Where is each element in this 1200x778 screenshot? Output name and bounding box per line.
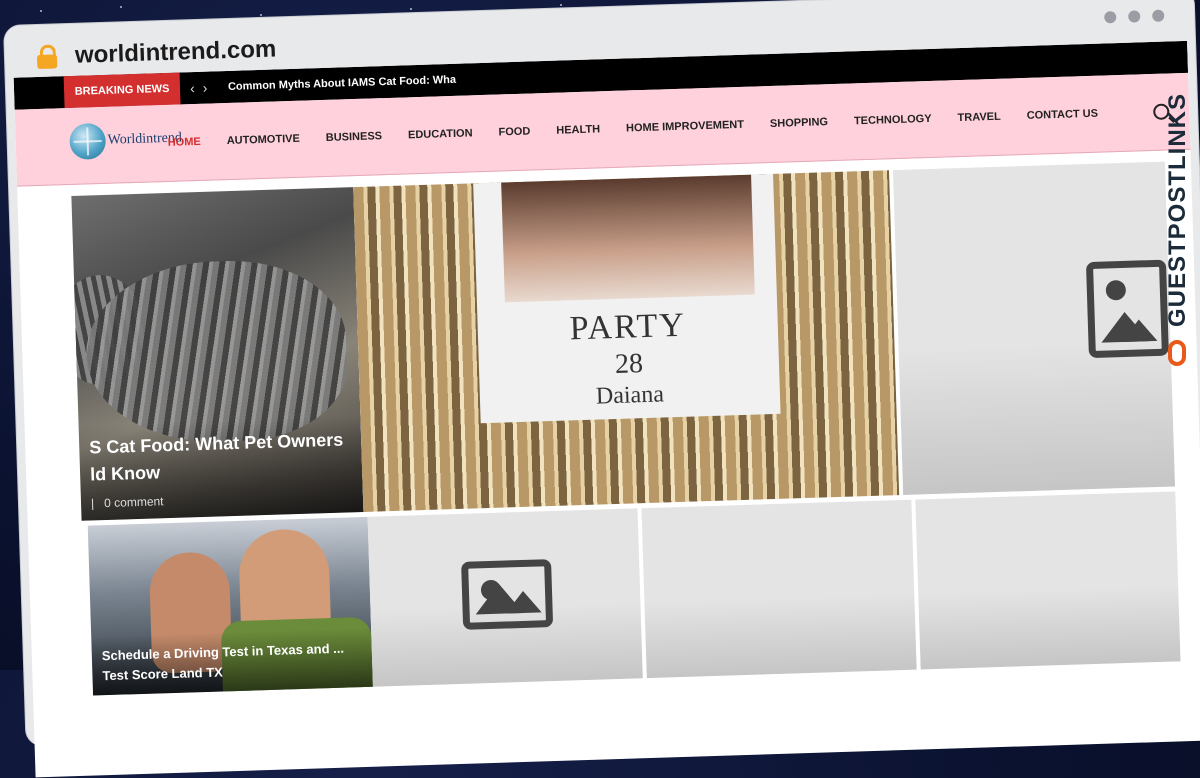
breaking-news-arrows: ‹ › xyxy=(190,72,208,105)
window-dot-icon[interactable] xyxy=(1152,9,1165,22)
guestpostlinks-watermark: GUESTPOSTLINKS xyxy=(1160,60,1196,366)
featured-card-placeholder[interactable] xyxy=(641,499,917,679)
featured-card-placeholder[interactable] xyxy=(892,161,1176,495)
party-photo-people xyxy=(501,174,755,303)
nav-item-contact-us[interactable]: CONTACT US xyxy=(1014,107,1112,122)
featured-card-placeholder[interactable] xyxy=(915,491,1181,670)
card-title[interactable]: S Cat Food: What Pet Owners ld Know xyxy=(89,426,353,488)
link-icon xyxy=(1168,340,1186,366)
image-placeholder-icon xyxy=(1085,259,1169,359)
meta-separator: | xyxy=(90,496,95,511)
url-bar[interactable]: worldintrend.com xyxy=(75,35,277,69)
card-meta: | 0 comment xyxy=(91,488,353,510)
window-dot-icon[interactable] xyxy=(1128,10,1141,23)
nav-item-home[interactable]: HOME xyxy=(164,135,214,149)
card-overlay: Schedule a Driving Test in Texas and ...… xyxy=(91,627,373,696)
party-sign-line1: PARTY xyxy=(569,306,687,348)
nav-item-education[interactable]: EDUCATION xyxy=(395,127,486,142)
party-sign-text: PARTY 28 Daiana xyxy=(477,304,780,414)
chevron-right-icon[interactable]: › xyxy=(202,80,207,96)
lock-icon xyxy=(36,44,58,69)
nav-item-food[interactable]: FOOD xyxy=(485,125,543,139)
comment-count[interactable]: 0 comment xyxy=(104,494,164,510)
nav-item-shopping[interactable]: SHOPPING xyxy=(757,116,841,131)
image-placeholder-icon xyxy=(461,559,554,630)
breaking-news-label: BREAKING NEWS xyxy=(63,72,181,109)
window-controls xyxy=(1104,9,1165,24)
nav-item-business[interactable]: BUSINESS xyxy=(313,130,396,145)
nav-item-health[interactable]: HEALTH xyxy=(543,123,613,137)
featured-card-cat[interactable]: S Cat Food: What Pet Owners ld Know | 0 … xyxy=(71,187,364,521)
watermark-text: GUESTPOSTLINKS xyxy=(1164,92,1191,328)
nav-item-home-improvement[interactable]: HOME IMPROVEMENT xyxy=(613,118,757,135)
chevron-left-icon[interactable]: ‹ xyxy=(190,80,195,96)
browser-window: worldintrend.com BREAKING NEWS ‹ › Commo… xyxy=(4,0,1200,778)
nav-item-automotive[interactable]: AUTOMOTIVE xyxy=(214,132,313,147)
nav-item-technology[interactable]: TECHNOLOGY xyxy=(841,113,945,128)
nav-item-travel[interactable]: TRAVEL xyxy=(944,110,1014,124)
featured-card-driving[interactable]: Schedule a Driving Test in Texas and ...… xyxy=(87,516,373,696)
web-page: BREAKING NEWS ‹ › Common Myths About IAM… xyxy=(13,40,1200,778)
globe-logo-icon xyxy=(69,122,107,160)
window-dot-icon[interactable] xyxy=(1104,11,1117,24)
featured-card-party[interactable]: PARTY 28 Daiana xyxy=(353,170,900,512)
card-title[interactable]: Schedule a Driving Test in Texas and ...… xyxy=(102,638,363,685)
featured-card-placeholder[interactable] xyxy=(367,508,643,687)
card-overlay: S Cat Food: What Pet Owners ld Know | 0 … xyxy=(78,415,364,521)
